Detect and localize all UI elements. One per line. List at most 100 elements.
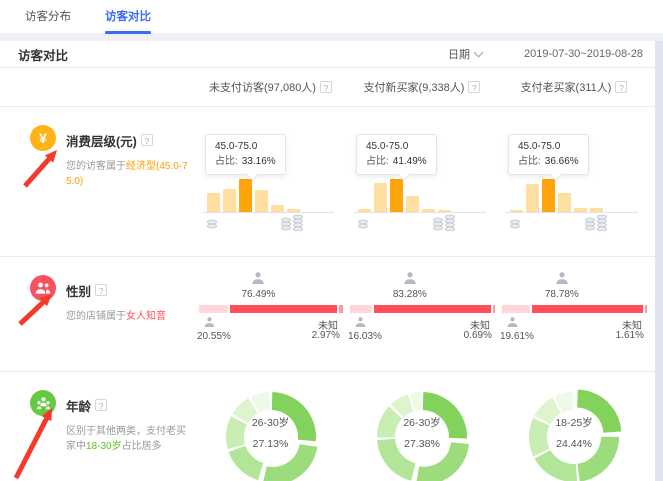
male-percent: 19.61% [500,331,534,342]
female-percent: 83.28% [393,289,427,300]
male-segment [199,305,228,313]
coin-stack-icon [430,214,458,231]
age-donut-new-buyers[interactable]: 26-30岁 27.38% [346,372,498,481]
age-donut-repeat-buyers[interactable]: 18-25岁 24.44% [498,372,650,481]
female-icon [554,272,569,284]
male-icon [354,317,367,327]
donut-percent: 27.38% [403,434,440,455]
coin-small-icon [356,218,370,229]
desc-text: 占比居多 [122,441,162,452]
help-icon[interactable]: ? [468,81,480,93]
gender-label-block: 性别 ? 您的店铺属于女人知音 [18,257,195,372]
age-title: 年龄 [66,396,91,415]
coin-small-icon [508,218,522,229]
donut-percent: 24.44% [555,434,592,455]
tooltip-value: 36.66% [545,156,579,167]
gender-stacked-bar[interactable] [502,305,647,313]
female-icon [402,272,417,284]
gender-bar-chart-new-buyers[interactable]: 83.28% 16.03% 未知 0.69% [346,257,498,372]
consumption-bar-chart-repeat-buyers[interactable]: 45.0-75.0 占比:36.66% [498,107,650,257]
age-description: 区别于其他两类，支付老买家中18-30岁占比居多 [66,424,190,454]
donut-age-range: 18-25岁 [555,413,592,434]
female-icon [251,272,266,284]
donut-age-range: 26-30岁 [403,413,440,434]
help-icon[interactable]: ? [320,81,332,93]
help-icon[interactable]: ? [95,284,107,296]
help-icon[interactable]: ? [615,81,627,93]
column-header-label: 未支付访客(97,080人) [209,79,316,95]
people-icon [30,275,56,301]
gender-bar-chart-repeat-buyers[interactable]: 78.78% 19.61% 未知 1.61% [498,257,650,372]
tooltip-label: 占比: [366,156,389,167]
donut-age-range: 26-30岁 [252,413,289,434]
male-icon [506,317,519,327]
date-filter-label[interactable]: 日期 [448,46,470,62]
visitor-compare-panel: 访客对比 日期 2019-07-30~2019-08-28 未支付访客(97,0… [0,41,655,481]
bar [255,190,268,212]
chart-tooltip: 45.0-75.0 占比:33.16% [205,134,286,175]
donut-center-label: 26-30岁 27.38% [403,413,440,455]
bar-group[interactable] [358,178,451,212]
tooltip-range: 45.0-75.0 [366,139,427,154]
female-percent: 78.78% [545,289,579,300]
desc-highlight: 18-30岁 [86,441,122,452]
x-axis [203,212,334,213]
desc-highlight: 女人知音 [126,311,166,322]
consumption-bar-chart-unpaid[interactable]: 45.0-75.0 占比:33.16% [195,107,346,257]
column-header-unpaid-visitors: 未支付访客(97,080人) ? [195,79,346,95]
consumption-label-block: ¥ 消费层级(元) ? 您的访客属于经济型(45.0-75.0) [18,107,195,257]
bar-group[interactable] [207,178,300,212]
chevron-down-icon [474,48,484,58]
desc-text: 您的访客属于 [66,161,126,172]
age-donut-unpaid[interactable]: 26-30岁 27.13% [195,372,346,481]
gender-stacked-bar[interactable] [199,305,343,313]
female-percent: 76.49% [241,289,275,300]
unknown-percent: 1.61% [616,330,644,341]
consumption-title: 消费层级(元) [66,131,137,150]
gender-bar-chart-unpaid[interactable]: 76.49% 20.55% 未知 2.97% [195,257,346,372]
tab-visitor-compare[interactable]: 访客对比 [105,0,151,34]
family-icon [30,390,56,416]
help-icon[interactable]: ? [95,399,107,411]
date-range-value[interactable]: 2019-07-30~2019-08-28 [524,48,643,60]
gender-stacked-bar[interactable] [350,305,495,313]
x-axis [506,212,638,213]
column-header-label: 支付老买家(311人) [521,79,612,95]
tooltip-range: 45.0-75.0 [518,139,579,154]
tooltip-value: 41.49% [393,156,427,167]
chart-tooltip: 45.0-75.0 占比:36.66% [508,134,589,175]
tab-bar: 访客分布 访客对比 [0,0,663,34]
desc-text: 您的店铺属于 [66,311,126,322]
bar [271,205,284,212]
help-icon[interactable]: ? [141,134,153,146]
panel-header: 访客对比 日期 2019-07-30~2019-08-28 [0,41,655,68]
bar [406,196,419,212]
age-label-block: 年龄 ? 区别于其他两类，支付老买家中18-30岁占比居多 [18,372,195,481]
male-icon [203,317,216,327]
bar [239,179,252,212]
column-header-label: 支付新买家(9,338人) [364,79,465,95]
tab-visitor-distribution[interactable]: 访客分布 [25,0,71,34]
donut-segment [529,418,550,456]
male-percent: 20.55% [197,331,231,342]
bar [558,193,571,212]
yen-glyph: ¥ [39,130,47,146]
bar [374,183,387,212]
male-percent: 16.03% [348,331,382,342]
page: 访客分布 访客对比 访客对比 日期 2019-07-30~2019-08-28 … [0,0,663,481]
consumption-description: 您的访客属于经济型(45.0-75.0) [66,159,190,189]
consumption-bar-chart-new-buyers[interactable]: 45.0-75.0 占比: 41.49% [346,107,498,257]
bar-group[interactable] [510,178,603,212]
female-segment [230,305,337,313]
unknown-segment [645,305,647,313]
page-background-strip [655,41,663,481]
bar [542,179,555,212]
chart-tooltip: 45.0-75.0 占比: 41.49% [356,134,437,175]
x-axis [354,212,486,213]
coin-small-icon [205,218,219,229]
male-segment [502,305,530,313]
unknown-segment [339,305,343,313]
unknown-percent: 2.97% [312,330,340,341]
date-filter[interactable]: 日期 2019-07-30~2019-08-28 [448,46,643,62]
bar [390,179,403,212]
